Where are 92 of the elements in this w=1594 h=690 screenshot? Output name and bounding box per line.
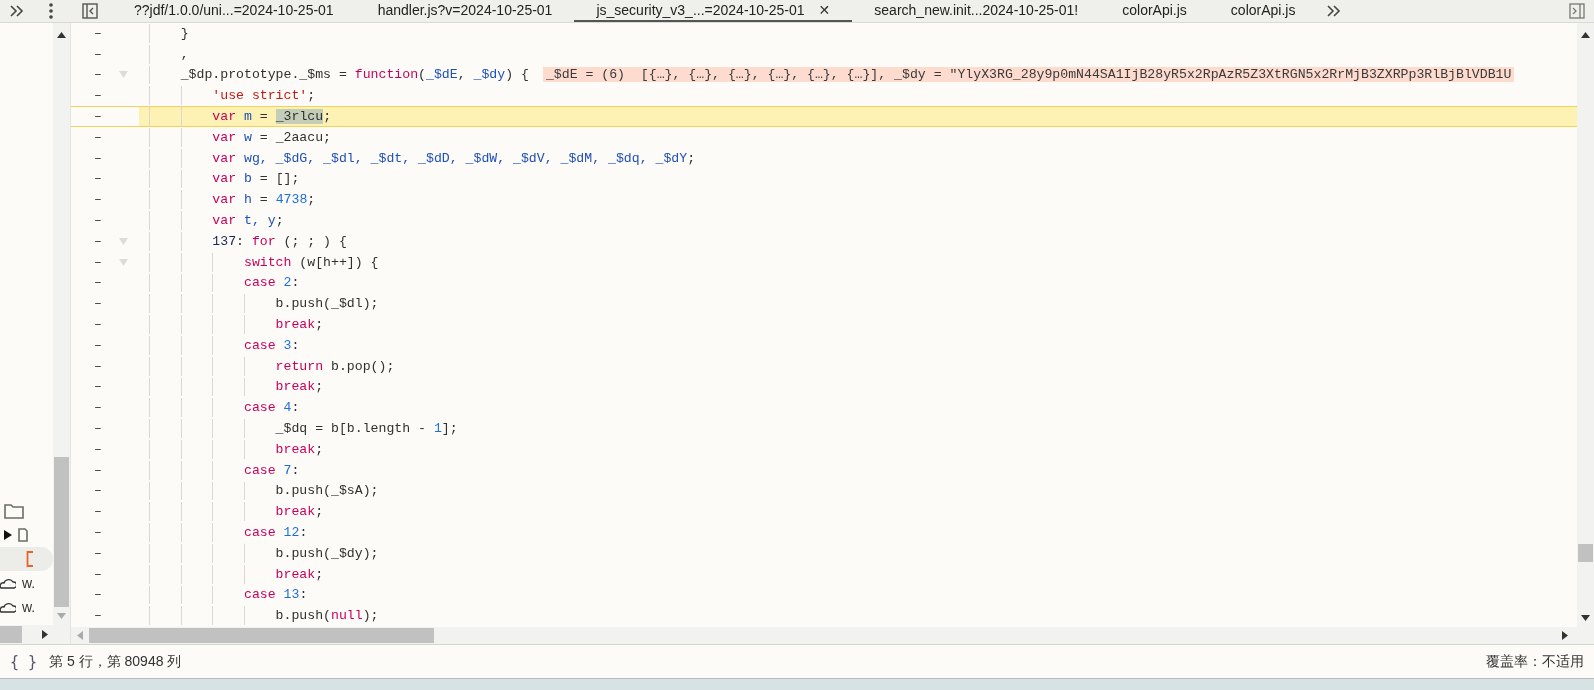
line-number: –	[93, 25, 103, 41]
scroll-down-icon[interactable]	[1581, 615, 1590, 621]
file-name: w.	[22, 599, 36, 615]
file-tab[interactable]: handler.js?v=2024-10-25-01	[355, 0, 575, 22]
scrollbar-thumb[interactable]	[1578, 544, 1593, 562]
code-line: 'use strict';	[211, 88, 316, 104]
line-number: –	[93, 441, 103, 457]
scroll-up-icon[interactable]	[1581, 32, 1590, 38]
line-number: –	[93, 317, 103, 333]
line-number: –	[93, 421, 103, 437]
code-line: break;	[274, 379, 324, 395]
scroll-left-icon[interactable]	[77, 631, 83, 640]
line-number: –	[93, 213, 103, 229]
line-number: –	[93, 254, 103, 270]
code-line: ,	[179, 46, 189, 62]
code-line: case 3:	[242, 337, 300, 353]
scroll-up-icon[interactable]	[57, 32, 66, 38]
line-number: –	[93, 587, 103, 603]
code-line: switch (w[h++]) {	[242, 254, 379, 270]
cursor-position: 第 5 行，第 80948 列	[49, 652, 182, 671]
coverage-status: 覆盖率：不适用	[1486, 652, 1584, 671]
line-number: –	[93, 150, 103, 166]
file-tab[interactable]: colorApi.js	[1100, 0, 1209, 22]
code-line: var m = _3rlcu;	[211, 109, 332, 125]
scrollbar-thumb[interactable]	[54, 457, 69, 607]
line-number: –	[93, 233, 103, 249]
line-number: –	[93, 462, 103, 478]
line-number: –	[93, 483, 103, 499]
code-line: var t, y;	[211, 213, 284, 229]
line-number: –	[93, 46, 103, 62]
code-line: case 12:	[242, 525, 308, 540]
code-line: case 4:	[242, 400, 300, 416]
code-line: break;	[274, 441, 324, 457]
cloud-icon	[0, 577, 16, 589]
file-name: w.	[22, 575, 36, 591]
line-number: –	[93, 67, 103, 83]
code-line: b.push(_$sA);	[274, 483, 379, 499]
navigator-item[interactable]: w.	[0, 571, 53, 595]
code-line: }	[179, 25, 189, 41]
folder-icon	[4, 503, 24, 519]
horizontal-scrollbar[interactable]	[0, 625, 70, 644]
scrollbar[interactable]	[1577, 23, 1594, 627]
navigator-item[interactable]: w.	[0, 595, 53, 619]
code-line: var wg, _$dG, _$dl, _$dt, _$dD, _$dW, _$dV, _$dM, _$dq, _$dY;	[211, 150, 696, 166]
code-line: _$dq = b[b.length - 1];	[274, 421, 458, 437]
code-line: break;	[274, 317, 324, 333]
code-line: var b = [];	[211, 171, 300, 187]
file-tab[interactable]: search_new.init...2024-10-25-01!	[852, 0, 1101, 22]
scroll-right-icon[interactable]	[42, 630, 48, 639]
line-number: –	[93, 358, 103, 374]
code-line: case 7:	[242, 462, 300, 478]
line-number: –	[93, 192, 103, 208]
code-line: break;	[274, 504, 324, 520]
line-number: –	[93, 545, 103, 561]
inline-value: _$dE = (6) [{…}, {…}, {…}, {…}, {…}, {…}], _$dy = "YlyX3RG_28y9p0mN44SA1IjB28yR5x2RpAzR5Z3XtRGN5x2RrMjB3ZXRPp3RlBjBlVDB1U	[542, 67, 1515, 83]
line-number: –	[93, 109, 103, 125]
cloud-icon	[0, 601, 16, 613]
close-button[interactable]: ✕	[818, 2, 831, 18]
code-line: var h = 4738;	[211, 192, 316, 208]
bracket-file-icon	[26, 551, 34, 567]
code-line: b.push(_$dl);	[274, 296, 379, 312]
line-number: –	[93, 400, 103, 416]
line-number: –	[93, 504, 103, 520]
line-number: –	[93, 337, 103, 353]
line-number: –	[93, 171, 103, 187]
code-line: var w = _2aacu;	[211, 129, 332, 145]
code-line: b.push(_$dy);	[274, 545, 379, 561]
line-number: –	[93, 566, 103, 582]
code-line: _$dp.prototype._$ms = function(_$dE, _$dy) {	[179, 67, 529, 83]
expand-triangle-icon[interactable]	[4, 530, 12, 540]
file-tab[interactable]: ??jdf/1.0.0/uni...=2024-10-25-01	[112, 0, 356, 22]
line-number: –	[93, 608, 103, 624]
code-line: break;	[274, 566, 324, 582]
pretty-print-button[interactable]: { }	[10, 652, 38, 671]
code-line: case 2:	[242, 275, 300, 291]
horizontal-scrollbar[interactable]	[71, 627, 1594, 644]
scroll-right-icon[interactable]	[1562, 631, 1568, 640]
line-number: –	[93, 296, 103, 312]
line-number: –	[93, 525, 103, 540]
line-number: –	[93, 275, 103, 291]
line-number: –	[93, 88, 103, 104]
code-line: case 13:	[242, 587, 308, 603]
file-icon	[18, 528, 28, 542]
scrollbar-thumb[interactable]	[0, 626, 22, 643]
line-number: –	[93, 379, 103, 395]
scrollbar[interactable]	[53, 23, 70, 625]
code-line: 137: for (; ; ) {	[211, 233, 347, 249]
code-line: b.push(null);	[274, 608, 379, 624]
scrollbar-thumb[interactable]	[89, 628, 434, 643]
file-tab[interactable]: colorApi.js	[1208, 0, 1318, 22]
line-number: –	[93, 129, 103, 145]
code-line: return b.pop();	[274, 358, 395, 374]
